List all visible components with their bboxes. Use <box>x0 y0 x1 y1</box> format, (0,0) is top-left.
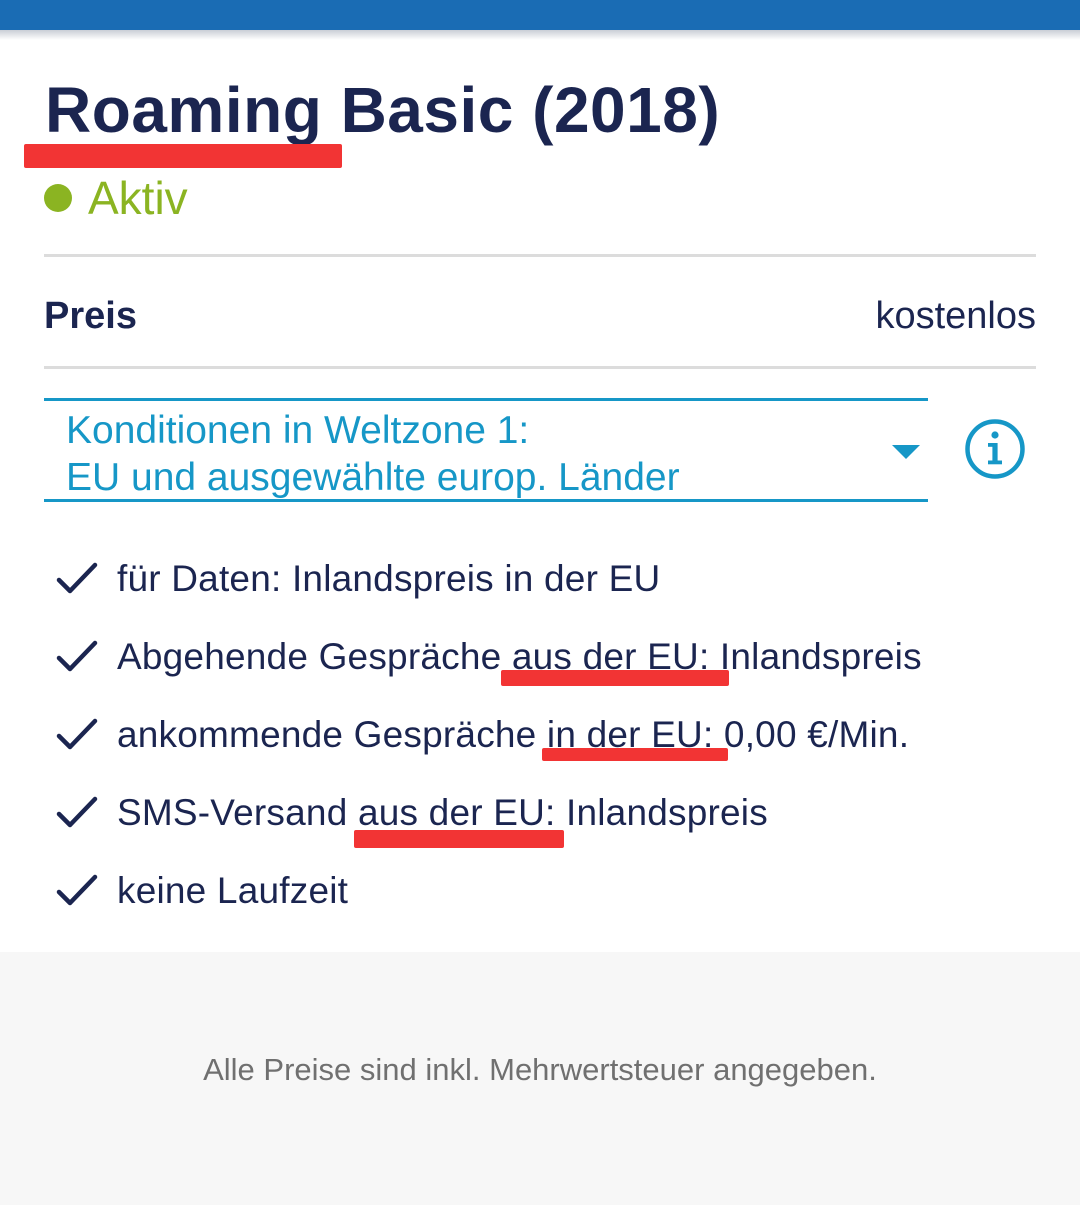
feature-item: keine Laufzeit <box>56 852 922 930</box>
feature-item: ankommende Gespräche in der EU: 0,00 €/M… <box>56 696 922 774</box>
feature-item: für Daten: Inlandspreis in der EU <box>56 540 922 618</box>
checkmark-icon <box>56 796 98 828</box>
annotation-underline-outgoing-calls <box>501 670 729 686</box>
annotation-underline-incoming-calls <box>542 748 728 761</box>
info-icon[interactable] <box>964 418 1026 480</box>
vat-note: Alle Preise sind inkl. Mehrwertsteuer an… <box>203 1052 877 1087</box>
divider <box>44 254 1036 257</box>
feature-text: für Daten: Inlandspreis in der EU <box>117 558 661 599</box>
feature-item: Abgehende Gespräche aus der EU: Inlandsp… <box>56 618 922 696</box>
dropdown-selected-value: Konditionen in Weltzone 1: EU und ausgew… <box>66 407 680 501</box>
checkmark-icon <box>56 874 98 906</box>
checkmark-icon <box>56 562 98 594</box>
status-label: Aktiv <box>88 172 188 224</box>
dropdown-value-line-2: EU und ausgewählte europ. Länder <box>66 456 680 499</box>
feature-text: ankommende Gespräche in der EU: 0,00 €/M… <box>117 714 910 755</box>
price-value: kostenlos <box>875 294 1036 337</box>
checkmark-icon <box>56 640 98 672</box>
app-bar-shadow <box>0 30 1080 40</box>
caret-down-icon <box>892 445 920 459</box>
divider <box>44 366 1036 369</box>
dropdown-value-line-1: Konditionen in Weltzone 1: <box>66 409 530 452</box>
feature-text: SMS-Versand aus der EU: Inlandspreis <box>117 792 768 833</box>
annotation-underline-title <box>24 144 342 168</box>
footer: Alle Preise sind inkl. Mehrwertsteuer an… <box>0 952 1080 1205</box>
top-app-bar <box>0 0 1080 30</box>
feature-text: keine Laufzeit <box>117 870 349 911</box>
page-title: Roaming Basic (2018) <box>45 74 721 146</box>
price-row: Preis kostenlos <box>44 286 1036 346</box>
status-dot <box>44 184 72 212</box>
annotation-underline-sms <box>354 830 564 848</box>
price-label: Preis <box>44 294 137 337</box>
feature-list: für Daten: Inlandspreis in der EU Abgehe… <box>56 540 922 930</box>
world-zone-dropdown[interactable]: Konditionen in Weltzone 1: EU und ausgew… <box>44 398 928 502</box>
checkmark-icon <box>56 718 98 750</box>
status-indicator: Aktiv <box>44 170 188 226</box>
